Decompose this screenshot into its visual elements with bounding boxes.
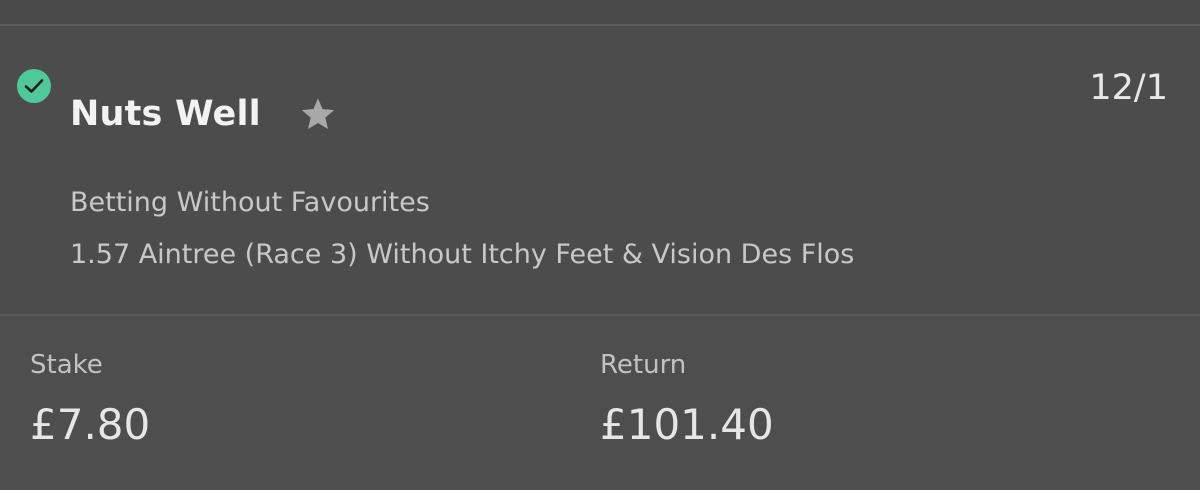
bet-selection-card: Nuts Well 12/1 Betting Without Favourite… xyxy=(0,26,1200,314)
selection-name: Nuts Well xyxy=(70,94,261,134)
return-label: Return xyxy=(600,350,687,380)
market-name: Betting Without Favourites xyxy=(70,187,430,218)
check-circle-icon xyxy=(17,69,51,103)
stake-label: Stake xyxy=(30,350,103,380)
odds: 12/1 xyxy=(1089,68,1168,108)
stake-value: £7.80 xyxy=(30,400,151,449)
star-icon[interactable] xyxy=(297,94,339,136)
bet-summary: Stake £7.80 Return £101.40 xyxy=(0,316,1200,490)
return-value: £101.40 xyxy=(600,400,774,449)
event-name: 1.57 Aintree (Race 3) Without Itchy Feet… xyxy=(70,239,855,270)
